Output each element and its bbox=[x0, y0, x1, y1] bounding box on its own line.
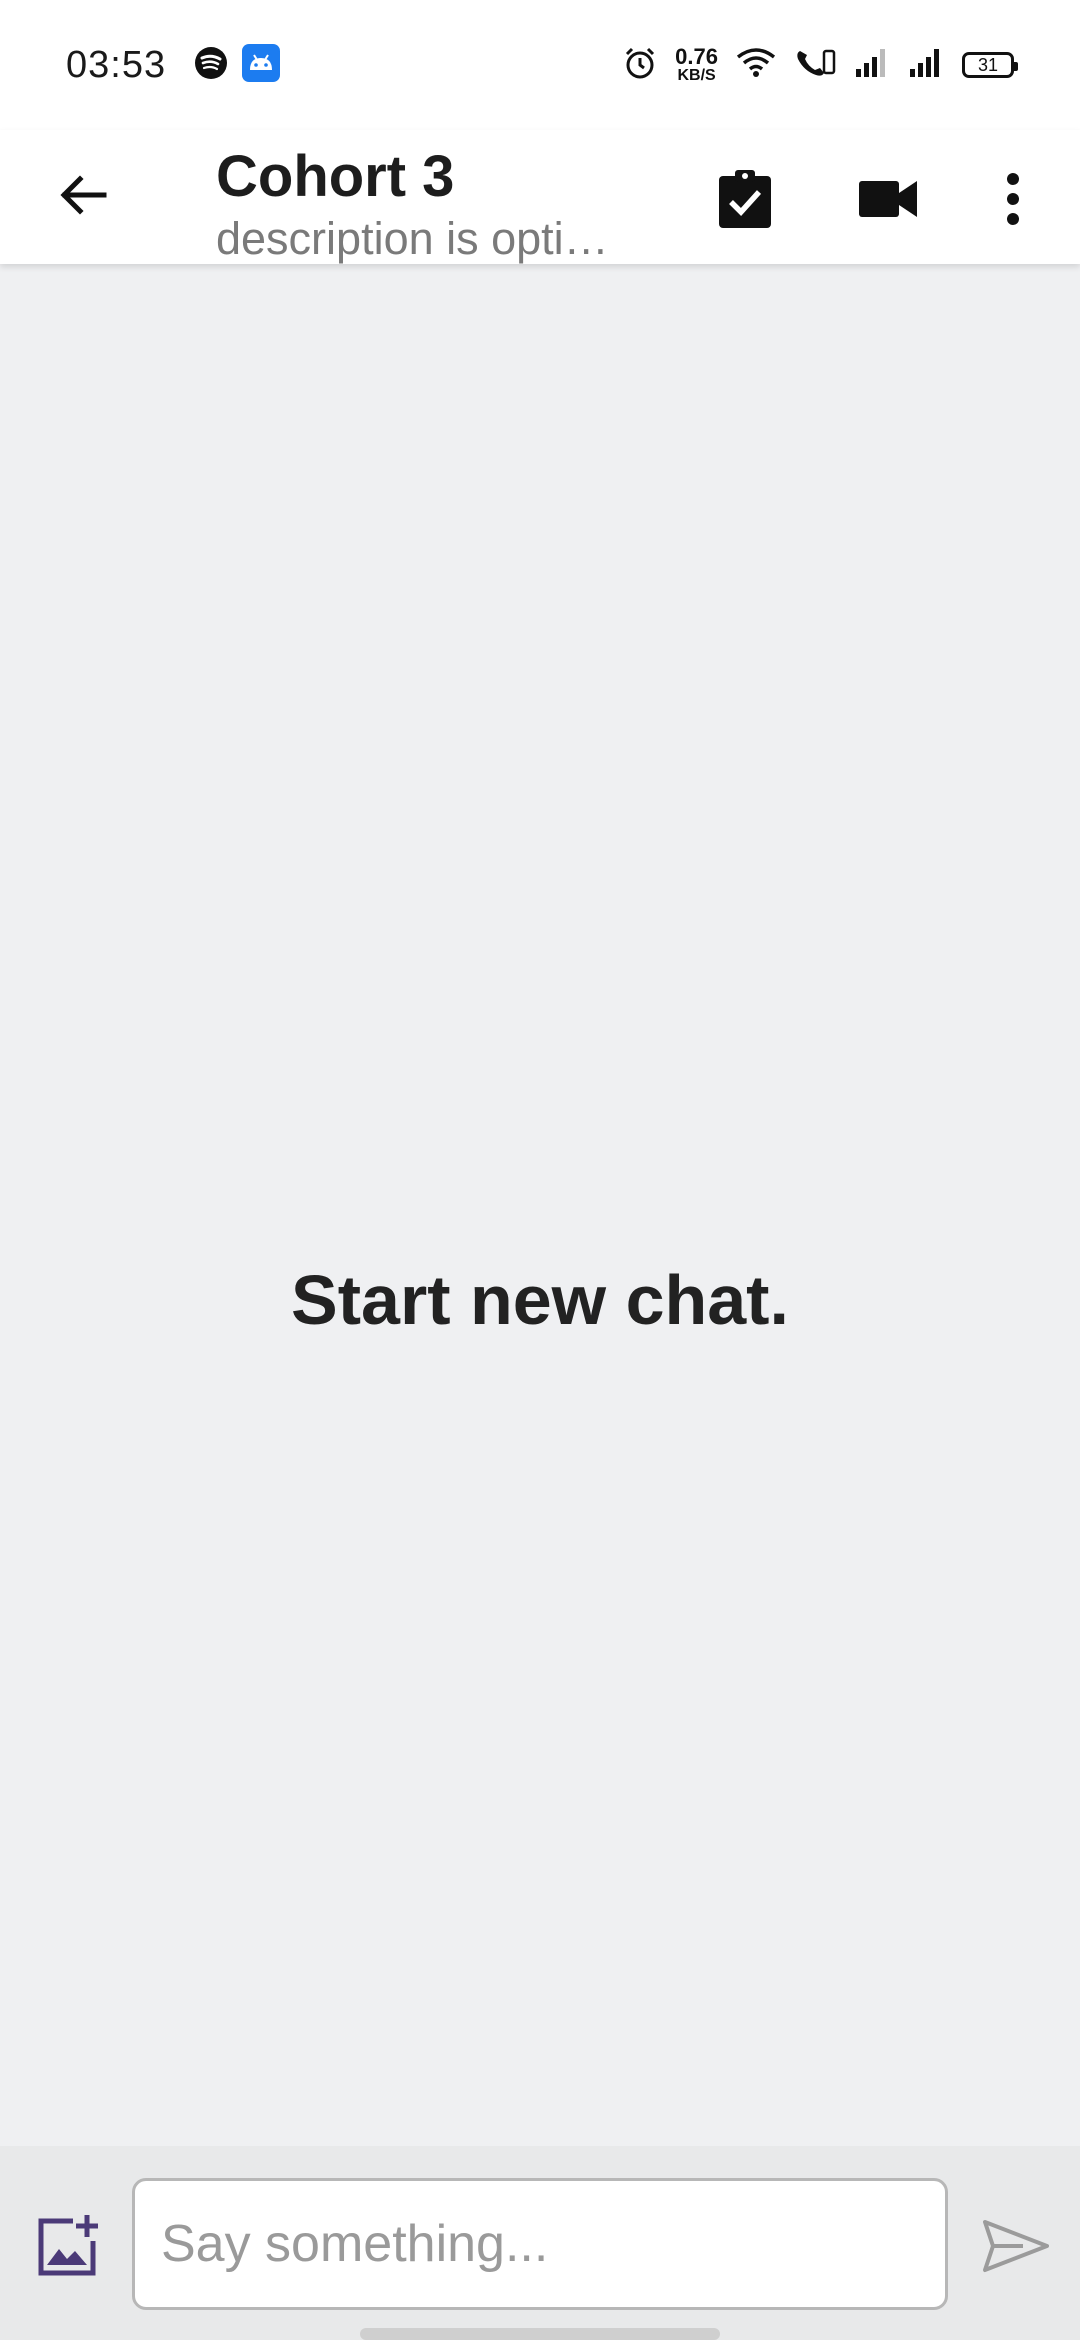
video-camera-icon bbox=[859, 181, 917, 217]
more-options-button[interactable] bbox=[968, 154, 1058, 244]
clipboard-check-icon bbox=[719, 170, 771, 228]
tasks-button[interactable] bbox=[700, 154, 790, 244]
message-composer bbox=[0, 2146, 1080, 2340]
spotify-icon bbox=[194, 46, 228, 85]
wifi-icon bbox=[736, 47, 776, 84]
system-icons: 0.76 KB/S 31 bbox=[623, 46, 1018, 85]
arrow-left-icon bbox=[60, 175, 107, 215]
signal-icon bbox=[908, 47, 944, 84]
chat-title: Cohort 3 bbox=[216, 144, 455, 209]
send-icon bbox=[983, 2220, 1049, 2272]
empty-chat-message: Start new chat. bbox=[291, 1261, 789, 1339]
status-time: 03:53 bbox=[66, 43, 167, 86]
call-icon bbox=[794, 47, 836, 84]
add-image-icon bbox=[38, 2215, 98, 2276]
battery-indicator: 31 bbox=[962, 52, 1018, 78]
video-call-button[interactable] bbox=[843, 154, 933, 244]
back-button[interactable] bbox=[48, 160, 118, 230]
chat-title-block[interactable]: Cohort 3 description is opti… bbox=[216, 130, 656, 266]
android-icon bbox=[242, 43, 281, 87]
network-speed: 0.76 KB/S bbox=[675, 46, 718, 84]
message-input[interactable] bbox=[132, 2178, 948, 2310]
status-bar: 03:53 0.76 KB/S 31 bbox=[0, 0, 1080, 130]
chat-description: description is opti… bbox=[216, 213, 609, 264]
net-speed-value: 0.76 bbox=[675, 44, 718, 69]
gesture-navigation-bar[interactable] bbox=[360, 2328, 720, 2340]
chat-screen: 03:53 0.76 KB/S 31 Cohort 3 description … bbox=[0, 0, 1080, 2340]
more-vertical-icon bbox=[1007, 173, 1019, 225]
signal-icon bbox=[854, 47, 890, 84]
add-image-button[interactable] bbox=[28, 2206, 108, 2286]
net-speed-unit: KB/S bbox=[677, 67, 716, 84]
send-button[interactable] bbox=[976, 2206, 1056, 2286]
notification-icons bbox=[194, 43, 281, 87]
chat-header: Cohort 3 description is opti… bbox=[0, 130, 1080, 264]
alarm-icon bbox=[623, 46, 657, 85]
